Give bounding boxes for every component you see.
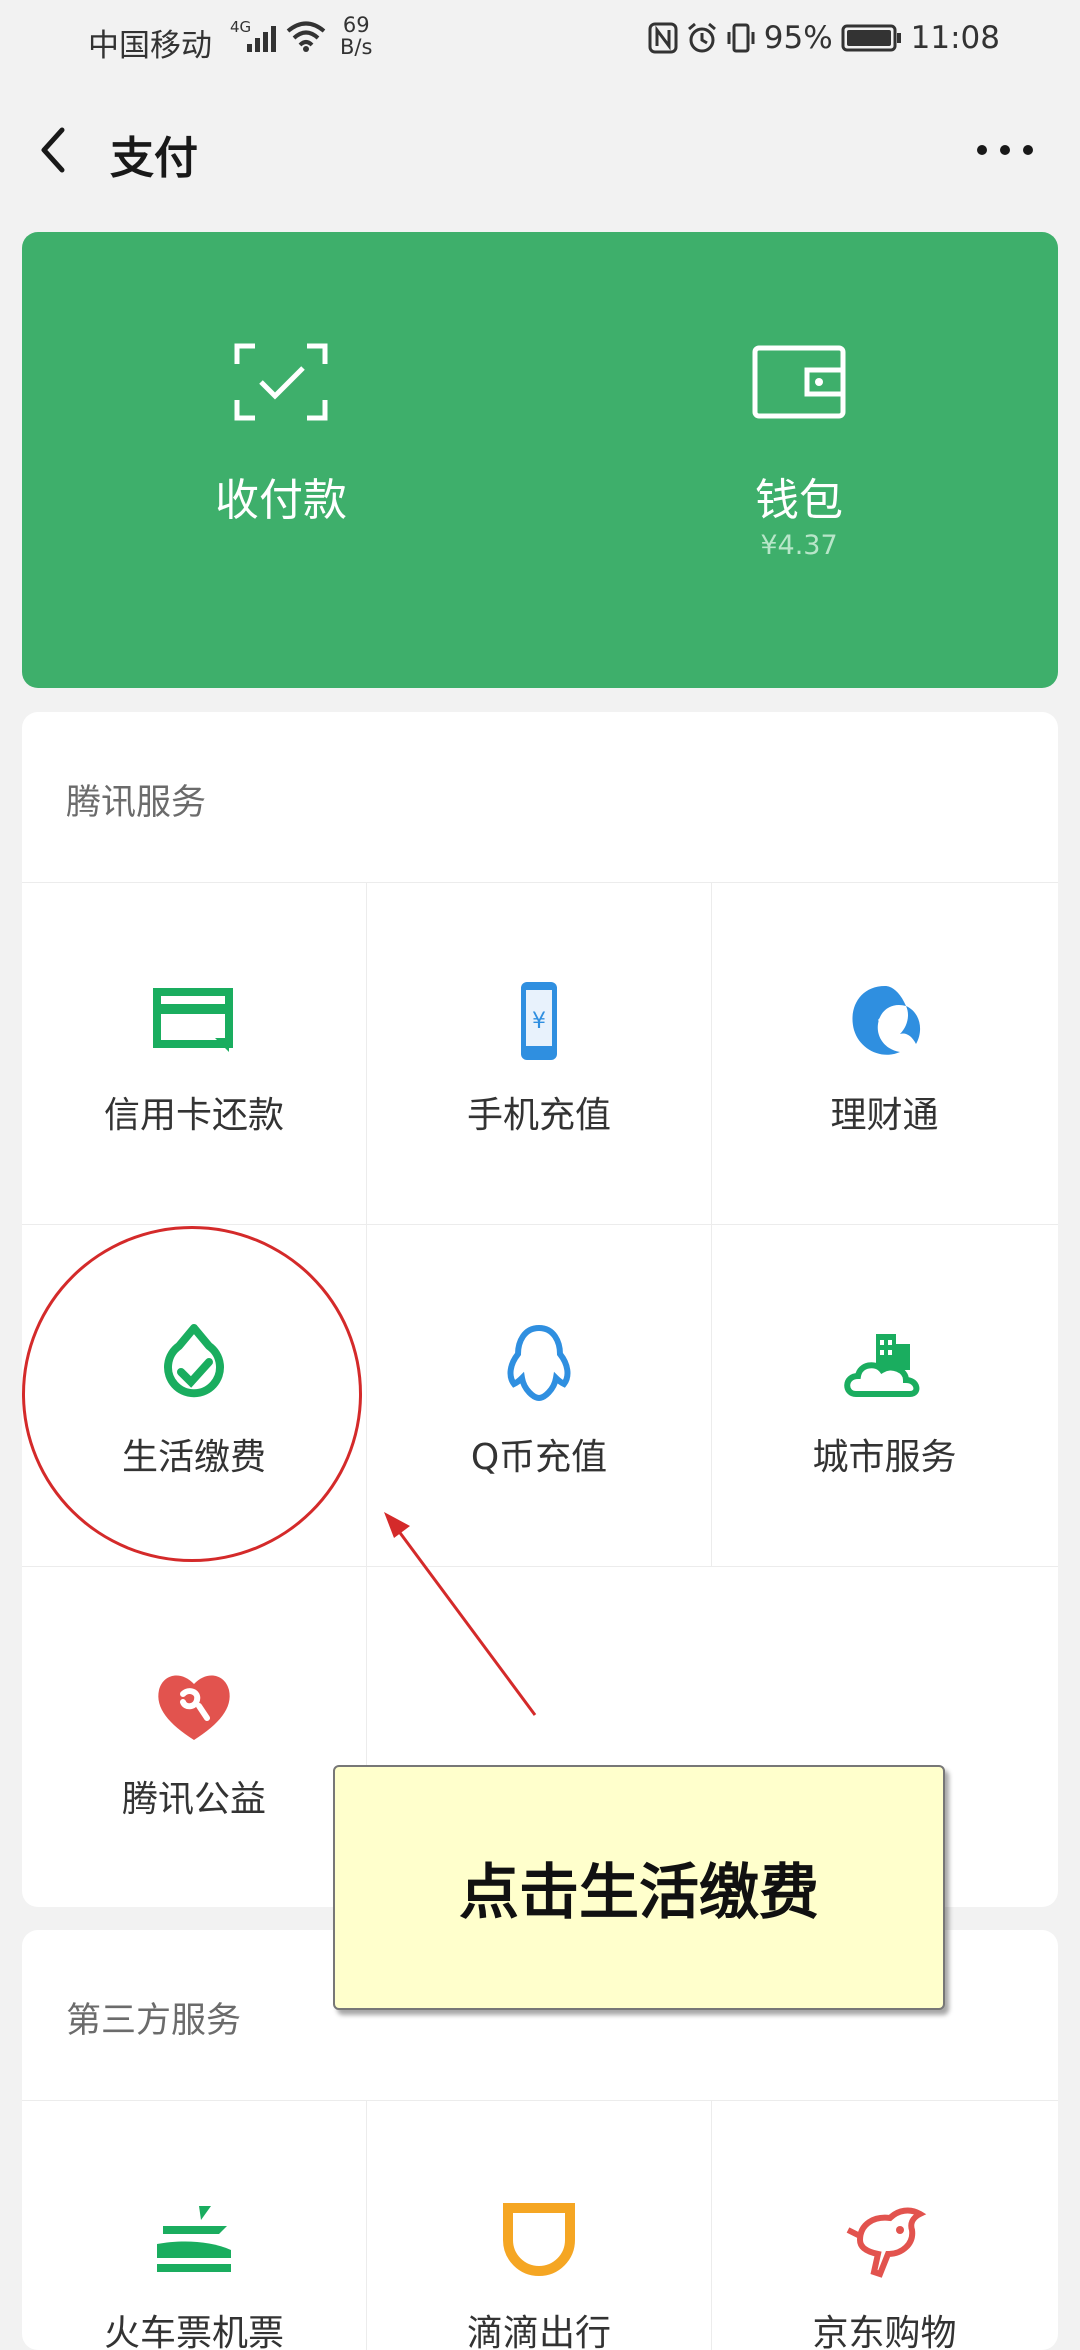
qq-penguin-icon (507, 1324, 571, 1402)
wealth-icon (851, 986, 920, 1055)
service-charity[interactable]: 腾讯公益 (22, 1566, 367, 1907)
jd-dog-icon (846, 2207, 926, 2278)
clock: 11:08 (910, 20, 1000, 56)
wifi-icon (286, 21, 326, 52)
service-phone-topup[interactable]: ¥ 手机充值 (367, 882, 712, 1224)
charity-heart-icon (158, 1675, 230, 1740)
wallet-label: 钱包 (755, 475, 843, 526)
svg-text:¥: ¥ (532, 1009, 546, 1034)
credit-card-icon (153, 988, 233, 1052)
instruction-callout: 点击生活缴费 (333, 1765, 945, 2010)
wallet-icon (752, 345, 846, 419)
service-train-plane[interactable]: 火车票机票 (22, 2100, 367, 2350)
wallet-balance: ¥4.37 (760, 530, 838, 561)
battery-percent: 95% (763, 20, 833, 56)
wallet-card: 收付款 钱包 ¥4.37 (22, 232, 1058, 688)
section-title: 腾讯服务 (66, 783, 207, 823)
phone-topup-icon: ¥ (521, 982, 557, 1060)
pay-receive-label: 收付款 (215, 475, 347, 526)
scan-pay-icon (234, 343, 328, 421)
service-wealth[interactable]: 理财通 (712, 882, 1057, 1224)
battery-icon (841, 24, 901, 52)
section-title: 第三方服务 (66, 2001, 242, 2041)
highlight-circle (22, 1226, 362, 1562)
carrier-label: 中国移动 (88, 28, 212, 64)
pay-receive-button[interactable]: 收付款 (22, 232, 540, 688)
nfc-icon (648, 22, 678, 54)
callout-text: 点击生活缴费 (459, 1858, 819, 1928)
vibrate-icon (727, 23, 755, 53)
pointer-arrow-icon (384, 1512, 537, 1716)
service-jd[interactable]: 京东购物 (712, 2100, 1057, 2350)
nav-header: 支付 (0, 100, 1080, 200)
train-plane-icon (157, 2206, 231, 2272)
network-speed: 69 B/s (340, 13, 373, 59)
back-arrow-icon[interactable] (32, 120, 88, 180)
status-bar: 中国移动 4G 69 B/s 95% 11:08 (0, 0, 1080, 80)
page-title: 支付 (110, 133, 198, 184)
signal-icon (247, 26, 276, 52)
didi-icon (503, 2203, 575, 2276)
alarm-icon (687, 22, 716, 53)
city-service-icon (843, 1334, 919, 1397)
status-right: 95% 11:08 (648, 20, 1000, 56)
service-city[interactable]: 城市服务 (712, 1224, 1057, 1566)
service-credit-card[interactable]: 信用卡还款 (22, 882, 367, 1224)
service-didi[interactable]: 滴滴出行 (367, 2100, 712, 2350)
more-options-icon[interactable] (970, 130, 1040, 170)
wallet-button[interactable]: 钱包 ¥4.37 (540, 232, 1058, 688)
